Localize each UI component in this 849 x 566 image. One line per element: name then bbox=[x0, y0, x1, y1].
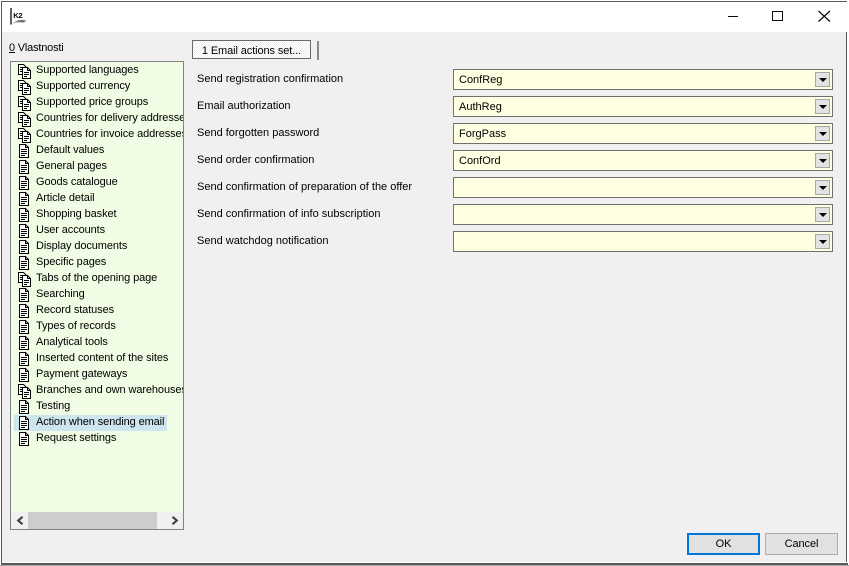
svg-text:K2: K2 bbox=[13, 11, 22, 20]
